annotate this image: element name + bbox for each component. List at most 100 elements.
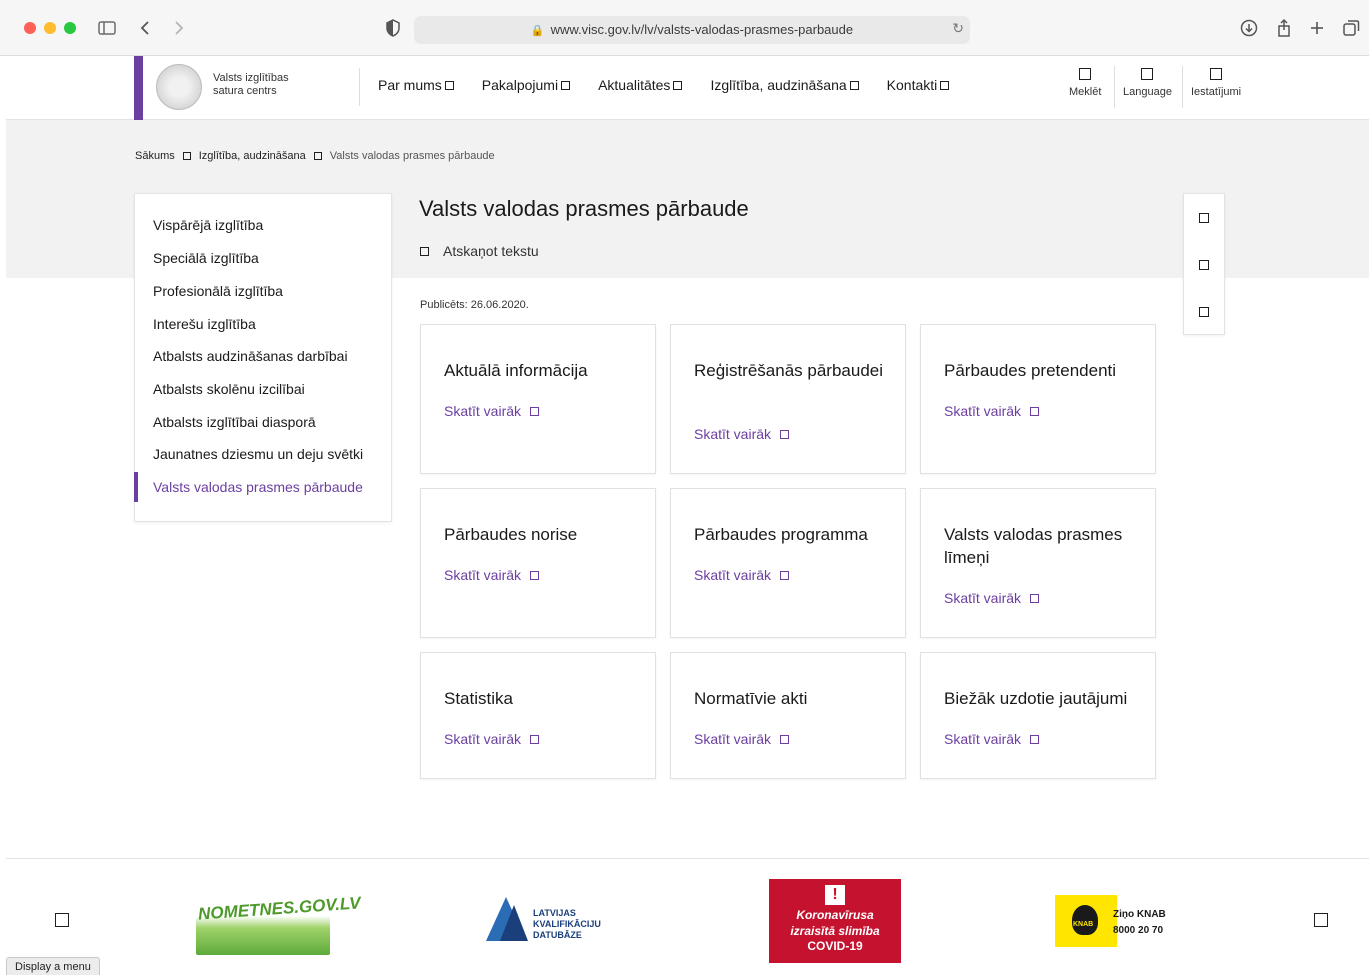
carousel-prev-icon[interactable]: [55, 913, 69, 927]
url-text: www.visc.gov.lv/lv/valsts-valodas-prasme…: [550, 22, 854, 37]
breadcrumb-home[interactable]: Sākums: [135, 150, 175, 162]
arrow-right-icon: [780, 429, 790, 439]
search-icon: [1079, 68, 1092, 80]
sidebar-item-svetki[interactable]: Jaunatnes dziesmu un deju svētki: [153, 446, 363, 462]
card-more-link[interactable]: Skatīt vairāk: [944, 731, 1040, 747]
site-logo-text[interactable]: Valsts izglītības satura centrs: [213, 72, 289, 98]
feedback-icon[interactable]: [1199, 307, 1209, 317]
card-more-link[interactable]: Skatīt vairāk: [444, 567, 540, 583]
more-link-label: Skatīt vairāk: [944, 731, 1022, 747]
expand-icon: [940, 80, 950, 90]
card-registresanas[interactable]: Reģistrēšanās pārbaudei Skatīt vairāk: [670, 324, 906, 474]
card-biezak-uzdotie[interactable]: Biežāk uzdotie jautājumi Skatīt vairāk: [920, 652, 1156, 779]
sidebar-menu: Vispārējā izglītība Speciālā izglītība P…: [134, 193, 392, 522]
minimize-window-button[interactable]: [44, 22, 56, 34]
lkd-mountain-icon: [500, 905, 528, 941]
nav-label: Par mums: [378, 77, 442, 93]
more-link-label: Skatīt vairāk: [694, 567, 772, 583]
nav-label: Kontakti: [886, 77, 938, 93]
more-link-label: Skatīt vairāk: [944, 590, 1022, 606]
sidebar-item-izcilibai[interactable]: Atbalsts skolēnu izcilībai: [153, 381, 305, 397]
nav-item-kontakti[interactable]: Kontakti: [887, 77, 950, 93]
coat-of-arms-icon[interactable]: [156, 64, 202, 110]
share-page-icon[interactable]: [1199, 260, 1209, 270]
sidebar-item-interesuizglitiba[interactable]: Interešu izglītība: [153, 316, 256, 332]
expand-icon: [444, 80, 454, 90]
breadcrumb: Sākums Izglītība, audzināšana Valsts val…: [135, 150, 495, 162]
nav-item-pakalpojumi[interactable]: Pakalpojumi: [481, 77, 571, 93]
downloads-icon[interactable]: [1239, 18, 1259, 38]
nav-label: Pakalpojumi: [481, 77, 559, 93]
card-more-link[interactable]: Skatīt vairāk: [694, 731, 790, 747]
print-icon[interactable]: [1199, 213, 1209, 223]
card-aktuala-informacija[interactable]: Aktuālā informācija Skatīt vairāk: [420, 324, 656, 474]
covid-line-2: izraisītā slimība: [790, 924, 880, 938]
nometnes-logo[interactable]: NOMETNES.GOV.LV: [196, 893, 361, 955]
header-accent-bar: [134, 56, 143, 120]
kvalifikaciju-datubaze-logo[interactable]: LATVIJAS KVALIFIKĀCIJU DATUBĀZE: [486, 897, 608, 945]
share-icon[interactable]: [1274, 18, 1294, 38]
forward-icon[interactable]: [168, 18, 188, 38]
card-statistika[interactable]: Statistika Skatīt vairāk: [420, 652, 656, 779]
knab-logo[interactable]: KNAB Ziņo KNAB 8000 20 70: [1055, 895, 1185, 947]
card-limeni[interactable]: Valsts valodas prasmes līmeņi Skatīt vai…: [920, 488, 1156, 638]
card-more-link[interactable]: Skatīt vairāk: [694, 426, 790, 442]
listen-button[interactable]: Atskaņot tekstu: [420, 243, 539, 259]
reload-icon[interactable]: ↻: [952, 20, 964, 37]
nav-item-par-mums[interactable]: Par mums: [378, 77, 454, 93]
language-icon: [1141, 68, 1154, 80]
card-normativie-akti[interactable]: Normatīvie akti Skatīt vairāk: [670, 652, 906, 779]
sidebar-item-diaspora[interactable]: Atbalsts izglītībai diasporā: [153, 414, 316, 430]
address-bar[interactable]: 🔒 www.visc.gov.lv/lv/valsts-valodas-prasm…: [414, 16, 970, 44]
search-button[interactable]: Meklēt: [1069, 68, 1101, 98]
card-norise[interactable]: Pārbaudes norise Skatīt vairāk: [420, 488, 656, 638]
footer-divider: [6, 858, 1369, 859]
utility-divider: [1182, 66, 1183, 108]
language-button[interactable]: Language: [1123, 68, 1172, 98]
tooltip: Display a menu: [6, 957, 100, 975]
nav-label: Izglītība, audzināšana: [710, 77, 847, 93]
zoom-window-button[interactable]: [64, 22, 76, 34]
nometnes-logo-text: NOMETNES.GOV.LV: [197, 893, 362, 924]
lkd-line-2: KVALIFIKĀCIJU: [533, 919, 601, 929]
card-title: Aktuālā informācija: [444, 361, 588, 380]
sidebar-item-specialaizglitiba[interactable]: Speciālā izglītība: [153, 250, 259, 266]
settings-label: Iestatījumi: [1191, 86, 1242, 98]
tab-overview-icon[interactable]: [1341, 18, 1361, 38]
sidebar-item-valodas-parbaude[interactable]: Valsts valodas prasmes pārbaude: [153, 479, 363, 495]
nav-item-aktualitates[interactable]: Aktualitātes: [598, 77, 683, 93]
card-more-link[interactable]: Skatīt vairāk: [944, 403, 1040, 419]
more-link-label: Skatīt vairāk: [444, 567, 522, 583]
covid-banner[interactable]: ! Koronavīrusa izraisītā slimība COVID-1…: [769, 879, 901, 963]
back-icon[interactable]: [136, 18, 156, 38]
nav-item-izglitiba[interactable]: Izglītība, audzināšana: [710, 77, 859, 93]
card-programma[interactable]: Pārbaudes programma Skatīt vairāk: [670, 488, 906, 638]
logo-line-1: Valsts izglītības: [213, 72, 289, 84]
main-navigation: Par mums Pakalpojumi Aktualitātes Izglīt…: [378, 77, 950, 93]
carousel-next-icon[interactable]: [1314, 913, 1328, 927]
sidebar-active-indicator: [134, 472, 138, 502]
card-more-link[interactable]: Skatīt vairāk: [694, 567, 790, 583]
settings-button[interactable]: Iestatījumi: [1191, 68, 1241, 98]
search-label: Meklēt: [1069, 86, 1102, 98]
close-window-button[interactable]: [24, 22, 36, 34]
card-pretendenti[interactable]: Pārbaudes pretendenti Skatīt vairāk: [920, 324, 1156, 474]
card-more-link[interactable]: Skatīt vairāk: [444, 403, 540, 419]
knab-badge-text: KNAB: [1073, 921, 1094, 928]
card-more-link[interactable]: Skatīt vairāk: [444, 731, 540, 747]
breadcrumb-izglitiba[interactable]: Izglītība, audzināšana: [199, 150, 306, 162]
privacy-shield-icon[interactable]: [383, 18, 403, 38]
lock-icon: 🔒: [530, 25, 545, 37]
utility-divider: [1114, 66, 1115, 108]
card-more-link[interactable]: Skatīt vairāk: [944, 590, 1040, 606]
published-date: Publicēts: 26.06.2020.: [420, 299, 529, 311]
sidebar-item-audzinasana[interactable]: Atbalsts audzināšanas darbībai: [153, 348, 348, 364]
card-title: Valsts valodas prasmes līmeņi: [944, 525, 1123, 567]
new-tab-icon[interactable]: [1307, 18, 1327, 38]
site-header: Valsts izglītības satura centrs Par mums…: [6, 56, 1369, 120]
sidebar-item-profesionalaizglitiba[interactable]: Profesionālā izglītība: [153, 283, 283, 299]
more-link-label: Skatīt vairāk: [444, 731, 522, 747]
sidebar-item-visparejaizglitiba[interactable]: Vispārējā izglītība: [153, 217, 263, 233]
sidebar-toggle-icon[interactable]: [97, 18, 117, 38]
expand-icon: [849, 80, 859, 90]
